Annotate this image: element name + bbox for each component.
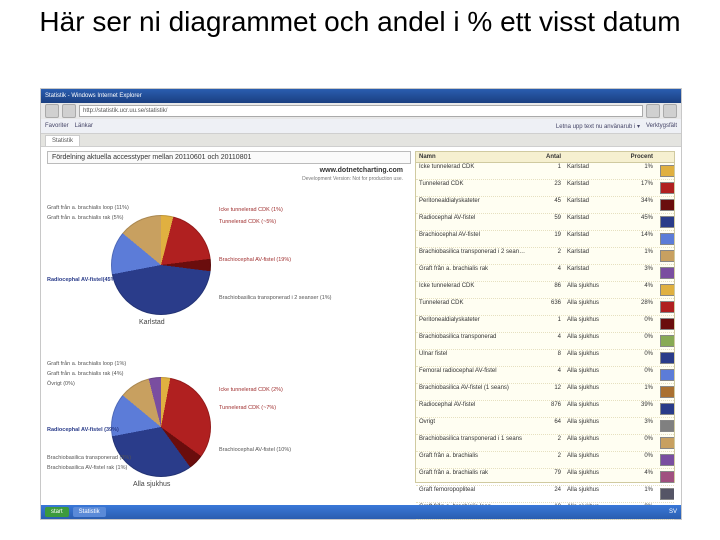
pie1-label-r1: Tunnelerad CDK (~5%): [219, 219, 276, 225]
table-row: Graft femoropopliteal24Alla sjukhus1%: [416, 486, 674, 503]
table-header: Namn Antal Procent: [416, 152, 674, 163]
table-row: Peritonealdialyskateter45Karlstad34%: [416, 197, 674, 214]
pie1-label-r3: Brachiobasilica transponerad i 2 seanser…: [219, 295, 332, 301]
favorites-label[interactable]: Favoriter: [45, 123, 69, 129]
ie-toolbar: Favoriter Länkar Letna upp text nu använ…: [41, 119, 681, 134]
task-item[interactable]: Statistik: [73, 507, 106, 517]
table-row: Brachiobasilica transponerad i 2 seanser…: [416, 248, 674, 265]
table-row: Radiocephal AV-fistel876Alla sjukhus39%: [416, 401, 674, 418]
pie2-caption: Alla sjukhus: [133, 481, 170, 488]
chart-panel-title: Fördelning aktuella accesstyper mellan 2…: [47, 151, 411, 164]
taskbar: start Statistik SV: [41, 505, 681, 519]
slide-title: Här ser ni diagrammet och andel i % ett …: [0, 0, 720, 40]
url-input[interactable]: http://statistik.ucr.uu.se/statistik/: [79, 105, 643, 117]
table-row: Tunnelerad CDK23Karlstad17%: [416, 180, 674, 197]
pie2-label-r2: Brachiocephal AV-fistel (10%): [219, 447, 291, 453]
table-row: Femoral radiocephal AV-fistel4Alla sjukh…: [416, 367, 674, 384]
start-button[interactable]: start: [45, 507, 69, 517]
table-body: Icke tunnelerad CDK1Karlstad1%Tunnelerad…: [416, 163, 674, 520]
pie2-label-r0: Icke tunnelerad CDK (2%): [219, 387, 283, 393]
pie2-label-l2: Övrigt (0%): [47, 381, 75, 387]
pie2-label-r1: Tunnelerad CDK (~7%): [219, 405, 276, 411]
pie-chart-karlstad: [111, 215, 211, 315]
links-label[interactable]: Länkar: [75, 123, 93, 129]
pie1-caption: Karlstad: [139, 319, 165, 326]
address-bar: http://statistik.ucr.uu.se/statistik/: [41, 103, 681, 119]
pie2-label-l3: Radiocephal AV-fistel (39%): [47, 427, 119, 433]
data-table: Namn Antal Procent Icke tunnelerad CDK1K…: [415, 151, 675, 483]
th-procent: Procent: [618, 152, 656, 162]
pie1-label-blue: Radiocephal AV-fistel(45%): [47, 277, 117, 283]
pie2-label-l4: Brachiobasilica transponerad (3%): [47, 455, 131, 461]
pie1-label-l1: Graft från a. brachialis rak (5%): [47, 215, 123, 221]
pie2-label-l5: Brachiobasilica AV-fistel rak (1%): [47, 465, 127, 471]
table-row: Graft från a. brachialis rak79Alla sjukh…: [416, 469, 674, 486]
pie1-label-l0: Graft från a. brachialis loop (11%): [47, 205, 129, 211]
tab-strip: Statistik: [41, 134, 681, 147]
table-row: Övrigt64Alla sjukhus3%: [416, 418, 674, 435]
table-row: Ulnar fistel8Alla sjukhus0%: [416, 350, 674, 367]
toolbar-msg[interactable]: Letna upp text nu använarub i ▾: [556, 123, 640, 130]
th-grp: [564, 152, 618, 162]
pie-chart-all: [111, 377, 211, 477]
brand-sub: Development Version: Not for production …: [302, 176, 403, 182]
table-row: Graft från a. brachialis2Alla sjukhus0%: [416, 452, 674, 469]
table-row: Brachiobasilica AV-fistel (1 seans)12All…: [416, 384, 674, 401]
pie1-label-r2: Brachiocephal AV-fistel (19%): [219, 257, 291, 263]
system-tray: SV: [669, 509, 677, 515]
table-row: Tunnelerad CDK636Alla sjukhus28%: [416, 299, 674, 316]
pie2-label-l0: Graft från a. brachialis loop (1%): [47, 361, 126, 367]
table-row: Graft från a. brachialis rak4Karlstad3%: [416, 265, 674, 282]
table-row: Brachiocephal AV-fistel19Karlstad14%: [416, 231, 674, 248]
brand-watermark: www.dotnetcharting.com: [320, 167, 403, 174]
table-row: Brachiobasilica transponerad i 1 seans2A…: [416, 435, 674, 452]
th-name: Namn: [416, 152, 530, 162]
pie2-label-l1: Graft från a. brachialis rak (4%): [47, 371, 123, 377]
forward-button[interactable]: [62, 104, 76, 118]
th-antal: Antal: [530, 152, 564, 162]
back-button[interactable]: [45, 104, 59, 118]
table-row: Peritonealdialyskateter1Alla sjukhus0%: [416, 316, 674, 333]
screenshot-frame: Statistik - Windows Internet Explorer ht…: [40, 88, 682, 520]
table-row: Icke tunnelerad CDK1Karlstad1%: [416, 163, 674, 180]
toolbar-tool[interactable]: Verktygsfält: [646, 123, 677, 129]
tab-statistik[interactable]: Statistik: [45, 135, 80, 146]
table-row: Radiocephal AV-fistel59Karlstad45%: [416, 214, 674, 231]
refresh-button[interactable]: [646, 104, 660, 118]
table-row: Icke tunnelerad CDK86Alla sjukhus4%: [416, 282, 674, 299]
table-row: Brachiobasilica transponerad4Alla sjukhu…: [416, 333, 674, 350]
page-body: Fördelning aktuella accesstyper mellan 2…: [41, 147, 681, 519]
tray-lang[interactable]: SV: [669, 509, 677, 515]
window-titlebar: Statistik - Windows Internet Explorer: [41, 89, 681, 103]
stop-button[interactable]: [663, 104, 677, 118]
pie1-label-r0: Icke tunnelerad CDK (1%): [219, 207, 283, 213]
